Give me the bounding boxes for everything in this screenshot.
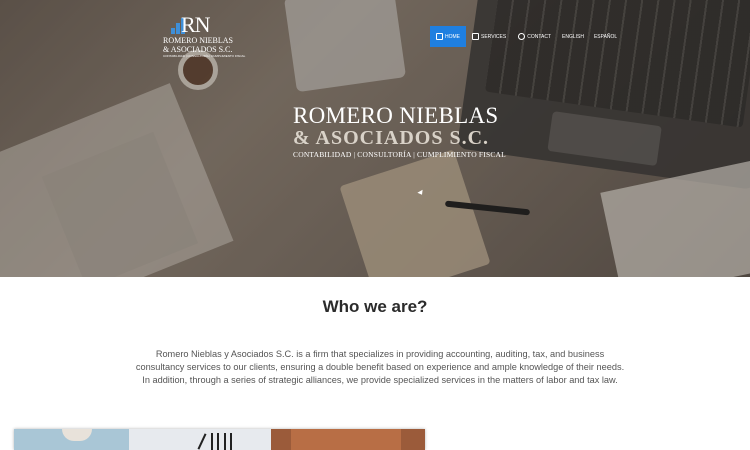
nav-services-label: SERVICES: [481, 33, 507, 40]
nav-home[interactable]: HOME: [430, 26, 466, 47]
gallery-image: [14, 429, 129, 450]
home-icon: [436, 33, 443, 40]
nav-espanol[interactable]: ESPAÑOL: [589, 26, 622, 47]
about-paragraph: Romero Nieblas y Asociados S.C. is a fir…: [135, 349, 625, 385]
nav-home-label: HOME: [445, 33, 460, 40]
nav-espanol-label: ESPAÑOL: [593, 33, 618, 40]
logo-tagline: CONTABILIDAD | CONSULTORÍA | CUMPLIMIENT…: [163, 54, 246, 58]
logo-mark: RN: [181, 12, 211, 37]
gallery-image: [129, 429, 271, 450]
section-heading: Who we are?: [322, 297, 428, 316]
gallery-strip: [14, 429, 425, 450]
nav-contact-label: CONTACT: [527, 33, 551, 40]
hero-title: ROMERO NIEBLAS & ASOCIADOS S.C. CONTABIL…: [293, 103, 506, 159]
hero-title-line1: ROMERO NIEBLAS: [293, 103, 499, 128]
logo-name: ROMERO NIEBLAS: [163, 36, 234, 45]
hero-title-line2: & ASOCIADOS S.C.: [293, 127, 490, 149]
brand-logo[interactable]: RN ROMERO NIEBLAS & ASOCIADOS S.C. CONTA…: [163, 12, 245, 58]
logo-subname: & ASOCIADOS S.C.: [163, 45, 233, 54]
hero-banner: RN ROMERO NIEBLAS & ASOCIADOS S.C. CONTA…: [0, 0, 750, 277]
nav-english-label: ENGLISH: [562, 33, 584, 40]
contact-icon: [518, 33, 526, 40]
nav-services[interactable]: SERVICES: [466, 26, 512, 47]
services-icon: [472, 33, 479, 40]
gallery-image: [271, 429, 425, 450]
nav-english[interactable]: ENGLISH: [557, 26, 589, 47]
hero-tagline: CONTABILIDAD | CONSULTORÍA | CUMPLIMIENT…: [293, 150, 506, 159]
nav-contact[interactable]: CONTACT: [512, 26, 557, 47]
main-nav: HOME SERVICES CONTACT ENGLISH ESPAÑOL: [430, 26, 622, 47]
